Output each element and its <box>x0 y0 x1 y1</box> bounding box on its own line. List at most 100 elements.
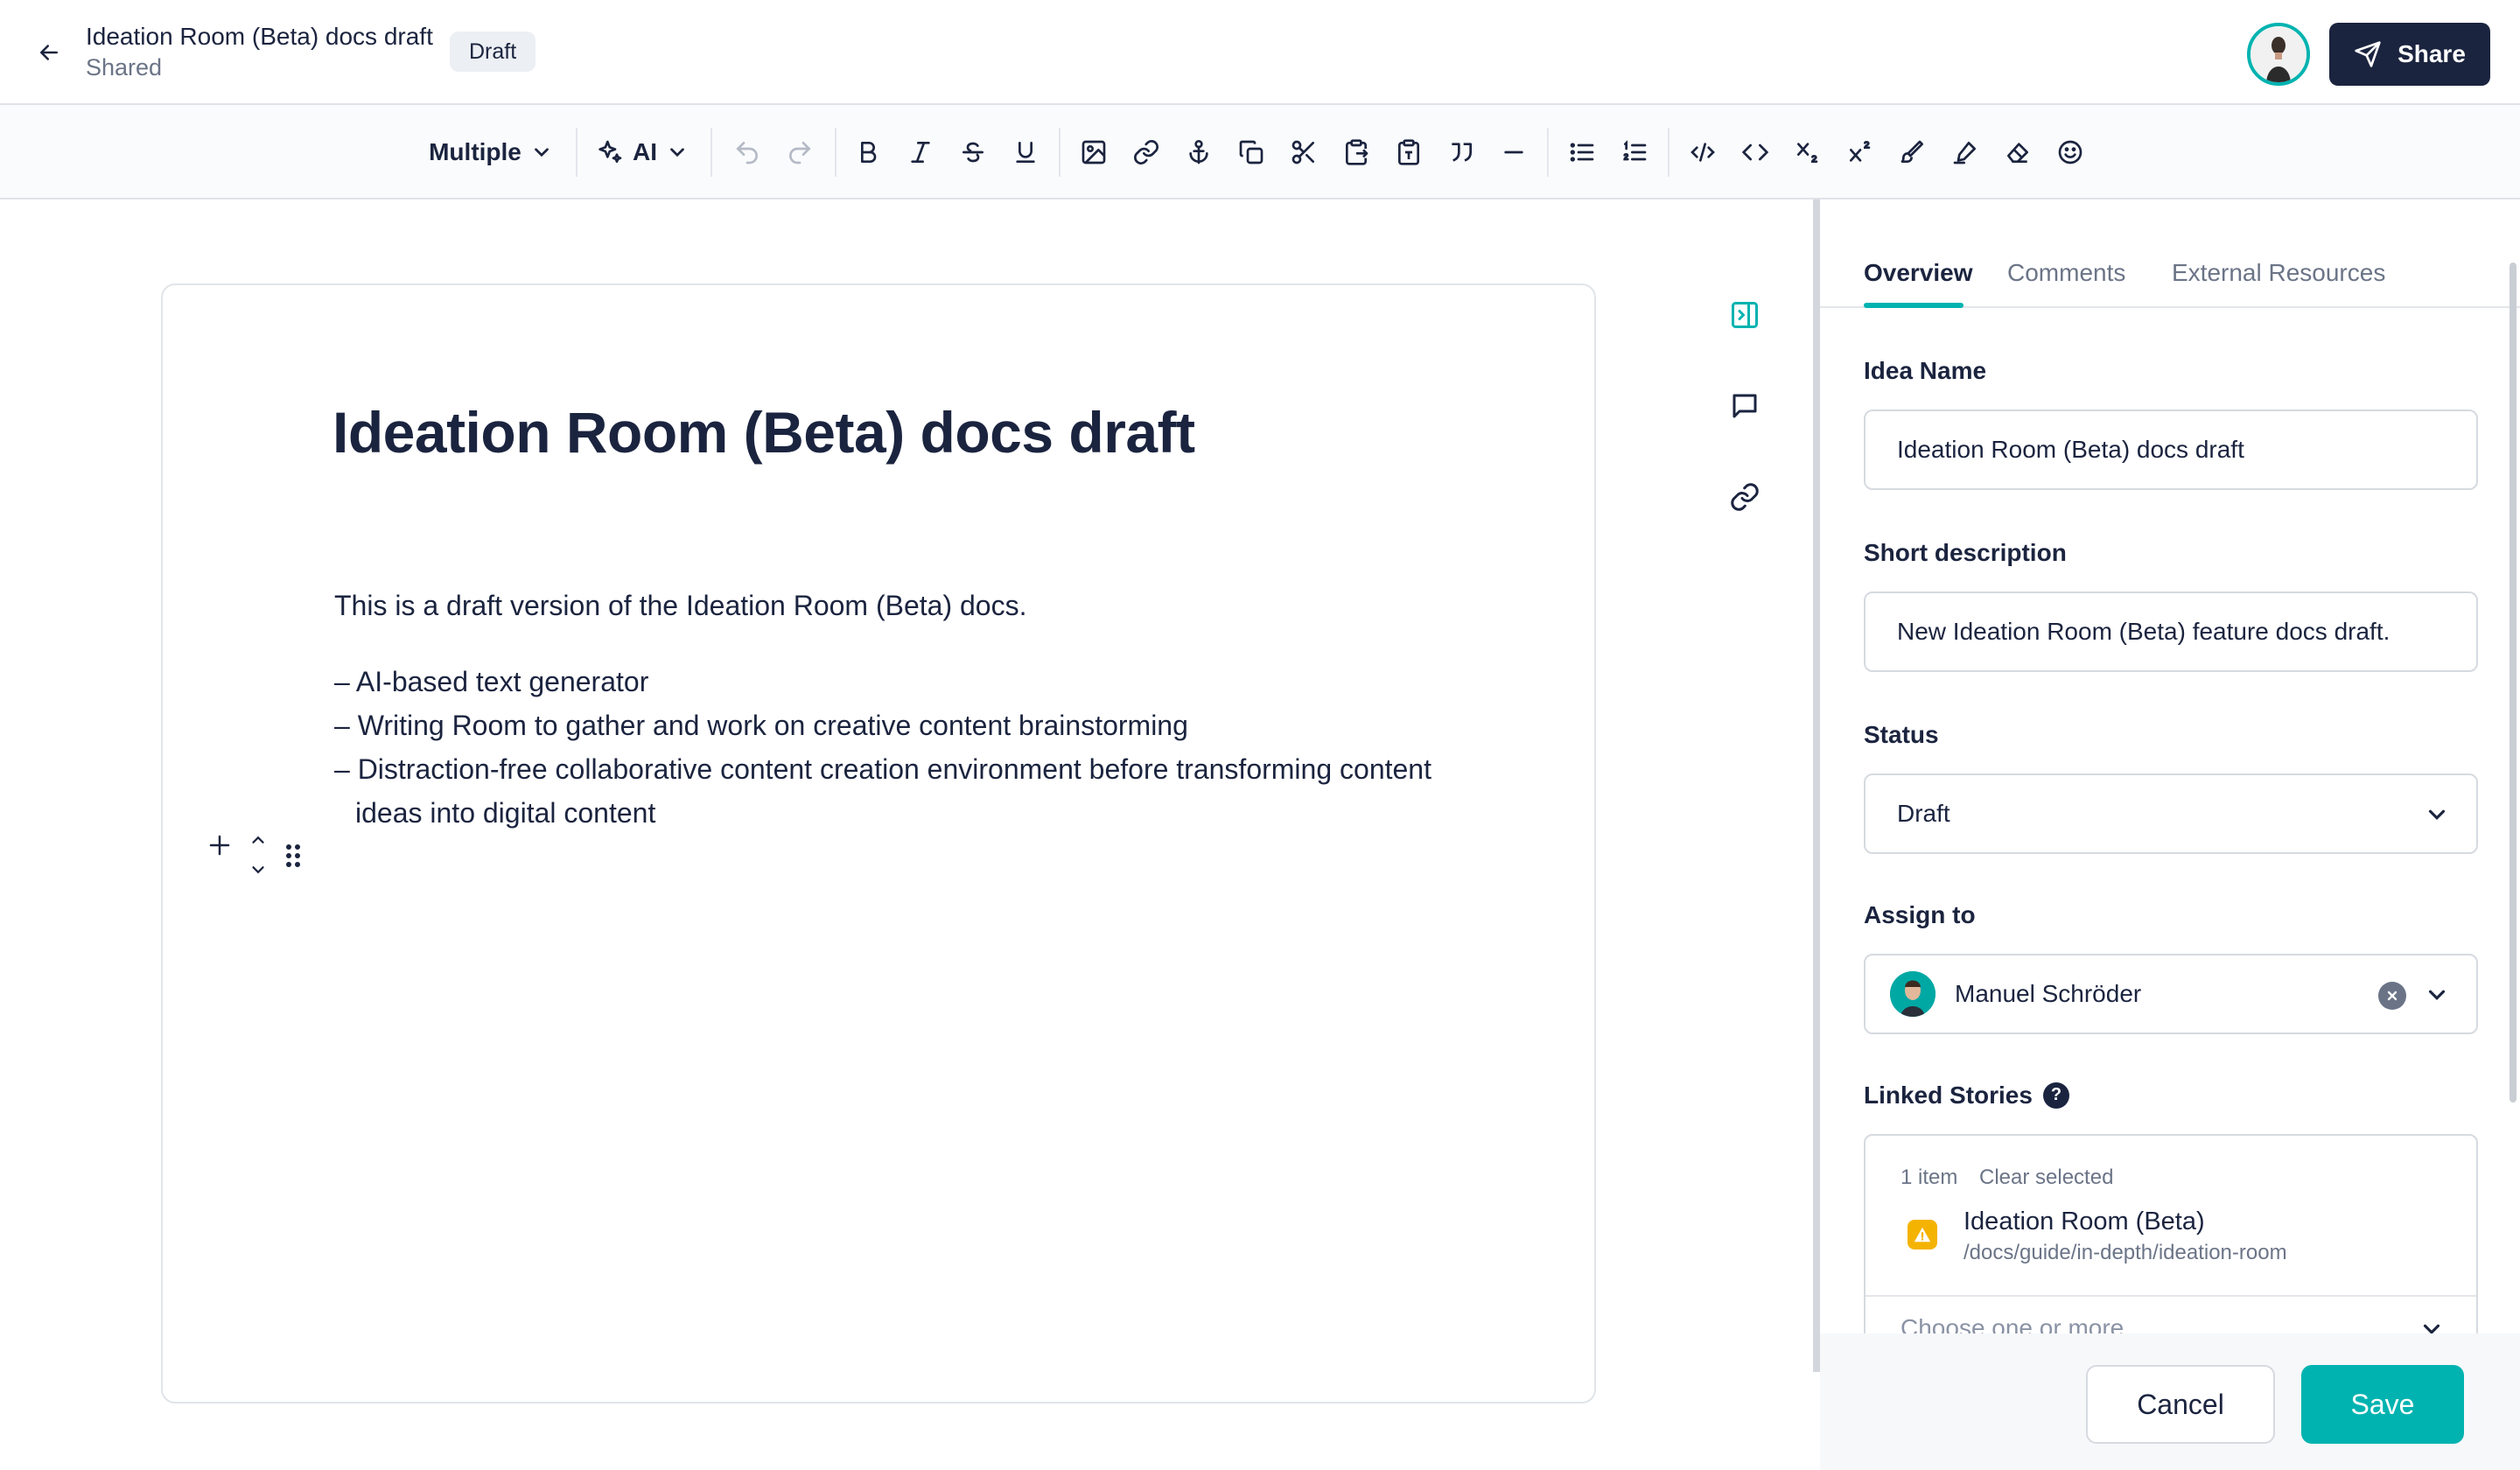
clear-assignee-button[interactable] <box>2378 982 2406 1010</box>
assign-to-label: Assign to <box>1864 901 1976 928</box>
code-icon <box>1741 144 1769 161</box>
short-description-value: New Ideation Room (Beta) feature docs dr… <box>1897 618 2390 645</box>
linked-story-title[interactable]: Ideation Room (Beta) <box>1964 1208 2205 1236</box>
superscript-button[interactable] <box>1843 105 1878 200</box>
linked-story-path: /docs/guide/in-depth/ideation-room <box>1964 1241 2287 1264</box>
comments-button[interactable] <box>1726 387 1764 425</box>
eraser-icon <box>2007 143 2028 163</box>
editor-canvas[interactable]: Ideation Room (Beta) docs draft This is … <box>161 284 1596 1404</box>
superscript-icon <box>1850 141 1871 162</box>
idea-name-label: Idea Name <box>1864 357 1987 384</box>
quote-button[interactable] <box>1444 105 1479 200</box>
scissors-icon <box>1292 140 1314 164</box>
save-button[interactable]: Save <box>2301 1365 2464 1444</box>
format-select[interactable]: Multiple <box>427 105 555 200</box>
panel-scrollbar[interactable] <box>2510 262 2516 1102</box>
ordered-list-button[interactable] <box>1617 105 1652 200</box>
list-item[interactable]: – AI-based text generator <box>334 660 1489 704</box>
share-button[interactable]: Share <box>2329 23 2490 86</box>
story-title: Ideation Room (Beta) docs draft <box>86 23 433 50</box>
send-icon <box>2355 41 2381 67</box>
status-value: Draft <box>1897 800 1950 827</box>
chevron-up-icon <box>252 836 264 844</box>
tab-overview[interactable]: Overview <box>1864 259 1973 287</box>
linked-stories-label: Linked Stories? <box>1864 1082 2069 1110</box>
bold-button[interactable] <box>850 105 886 200</box>
chevron-down-icon <box>252 866 264 874</box>
tab-comments[interactable]: Comments <box>2007 259 2125 287</box>
sidebar-collapse-icon <box>1732 302 1758 328</box>
external-link-button[interactable] <box>1726 478 1764 516</box>
copy-icon <box>1239 140 1264 164</box>
assignee-avatar <box>1890 971 1936 1017</box>
ai-button[interactable]: AI <box>593 105 691 200</box>
cut-button[interactable] <box>1286 105 1321 200</box>
link-button[interactable] <box>1129 105 1164 200</box>
horizontal-rule-button[interactable] <box>1496 105 1531 200</box>
comment-icon <box>1732 394 1757 418</box>
arrow-left-icon <box>40 45 58 60</box>
active-tab-indicator <box>1864 303 1964 308</box>
linked-stories-text: Linked Stories <box>1864 1082 2033 1109</box>
move-up-button[interactable] <box>245 830 271 850</box>
document-paragraph[interactable]: This is a draft version of the Ideation … <box>334 590 1026 622</box>
underline-button[interactable] <box>1008 105 1043 200</box>
help-icon[interactable]: ? <box>2042 1082 2069 1109</box>
paste-button[interactable] <box>1391 105 1426 200</box>
plus-icon <box>209 835 230 856</box>
panel-resize-handle[interactable] <box>1813 200 1820 1372</box>
subscript-button[interactable] <box>1790 105 1825 200</box>
list-item[interactable]: – Writing Room to gather and work on cre… <box>334 704 1489 747</box>
divider <box>1866 1295 2476 1297</box>
idea-name-value: Ideation Room (Beta) docs draft <box>1897 436 2244 463</box>
back-button[interactable] <box>32 33 66 72</box>
bullet-list-icon <box>1570 143 1594 162</box>
paste-special-button[interactable] <box>1339 105 1374 200</box>
assign-to-select[interactable]: Manuel Schröder <box>1864 954 2478 1034</box>
status-select[interactable]: Draft <box>1864 774 2478 854</box>
assignee-name: Manuel Schröder <box>1955 980 2142 1007</box>
toggle-panel-button[interactable] <box>1726 296 1764 334</box>
copy-button[interactable] <box>1234 105 1269 200</box>
document-heading[interactable]: Ideation Room (Beta) docs draft <box>332 399 1195 466</box>
avatar-person-icon <box>2250 26 2306 82</box>
chevron-down-icon <box>2428 990 2446 1000</box>
chevron-down-icon <box>2428 809 2446 820</box>
underline-icon <box>1016 142 1035 163</box>
clear-format-button[interactable] <box>2000 105 2035 200</box>
anchor-button[interactable] <box>1181 105 1216 200</box>
italic-icon <box>911 142 930 163</box>
strikethrough-button[interactable] <box>956 105 990 200</box>
story-settings-panel: Overview Comments External Resources Ide… <box>1820 200 2520 1470</box>
text-color-button[interactable] <box>1948 105 1983 200</box>
bullet-list-button[interactable] <box>1564 105 1600 200</box>
clear-selected-link[interactable]: Clear selected <box>1979 1166 2113 1190</box>
chevron-down-icon <box>535 148 549 158</box>
redo-icon <box>789 142 811 164</box>
highlight-button[interactable] <box>1895 105 1930 200</box>
move-down-button[interactable] <box>245 859 271 880</box>
drag-handle[interactable] <box>282 838 304 873</box>
cancel-button[interactable]: Cancel <box>2086 1365 2275 1444</box>
emoji-button[interactable] <box>2053 105 2088 200</box>
code-slash-icon <box>1690 143 1715 162</box>
inline-code-button[interactable] <box>1738 105 1773 200</box>
list-item[interactable]: – Distraction-free collaborative content… <box>334 747 1489 835</box>
document-list[interactable]: – AI-based text generator – Writing Room… <box>334 660 1489 835</box>
short-description-input[interactable]: New Ideation Room (Beta) feature docs dr… <box>1864 592 2478 672</box>
add-block-button[interactable] <box>206 830 233 861</box>
tab-external-resources[interactable]: External Resources <box>2172 259 2385 287</box>
italic-button[interactable] <box>903 105 938 200</box>
strikethrough-icon <box>962 142 984 163</box>
idea-name-input[interactable]: Ideation Room (Beta) docs draft <box>1864 410 2478 490</box>
image-button[interactable] <box>1076 105 1111 200</box>
undo-button[interactable] <box>730 105 765 200</box>
smiley-icon <box>2058 140 2082 164</box>
code-block-button[interactable] <box>1685 105 1720 200</box>
redo-button[interactable] <box>782 105 817 200</box>
undo-icon <box>736 142 758 164</box>
brush-icon <box>1900 140 1923 163</box>
user-avatar[interactable] <box>2247 23 2310 86</box>
share-label: Share <box>2398 40 2466 67</box>
ordered-list-icon <box>1623 140 1647 161</box>
